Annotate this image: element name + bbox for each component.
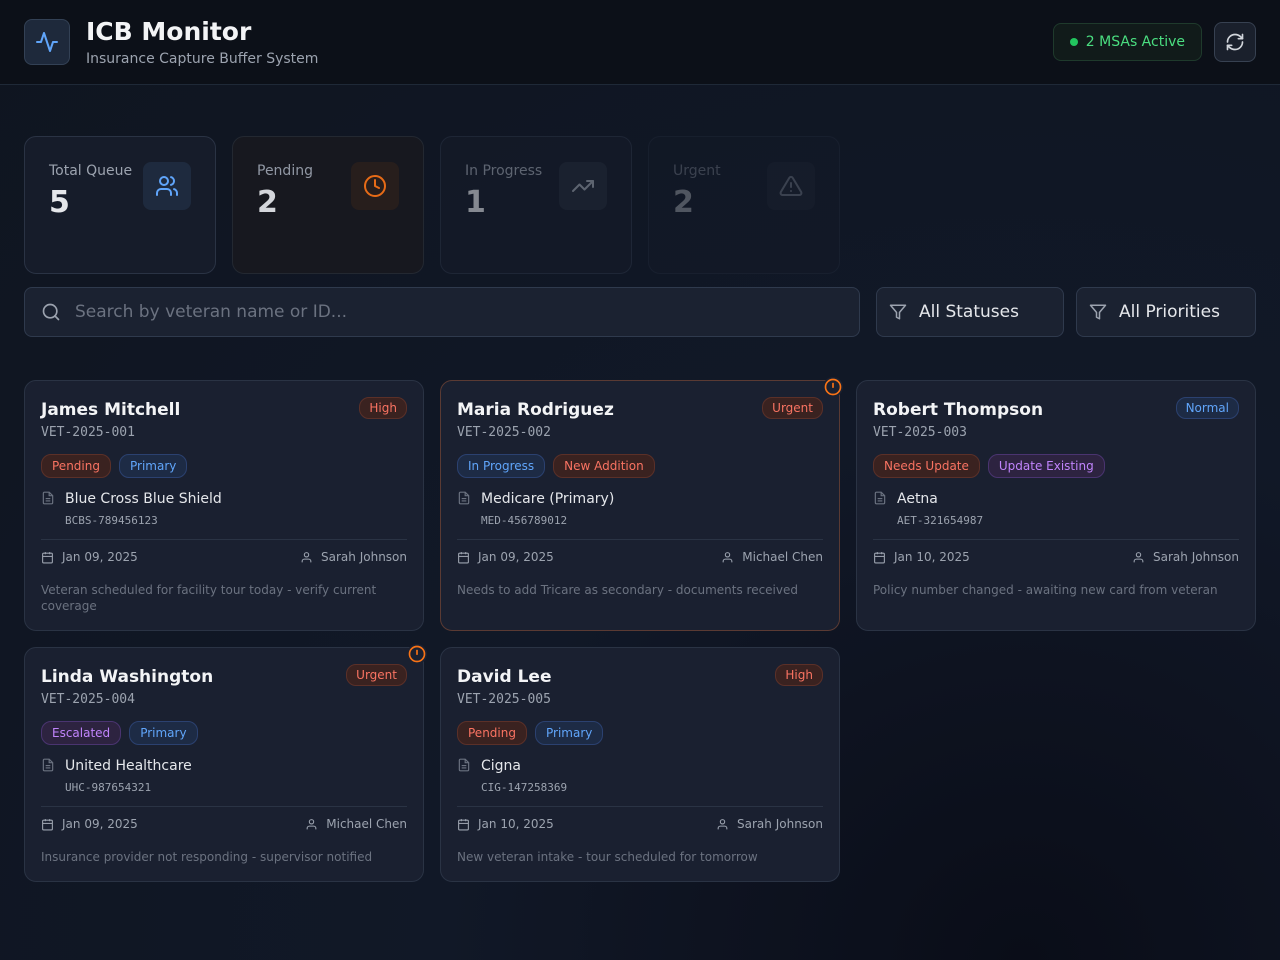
alert-icon [823,377,843,397]
veteran-card[interactable]: David Lee VET-2025-005 High Pending Prim… [440,647,840,882]
search-input[interactable]: Search by veteran name or ID... [24,287,860,337]
activity-icon [24,19,70,65]
card-note: Veteran scheduled for facility tour toda… [41,583,377,613]
calendar-icon [42,551,53,563]
insurer-name: Blue Cross Blue Shield [65,491,222,507]
priority-badge: High [775,664,823,686]
insurer-name: Aetna [897,491,938,507]
assigned-agent: Sarah Johnson [1153,550,1239,564]
card-date: Jan 09, 2025 [478,550,554,564]
priority-badge: High [359,397,407,419]
card-date: Jan 10, 2025 [478,817,554,831]
user-icon [717,818,728,829]
veteran-name: David Lee [457,667,552,687]
assigned-agent: Sarah Johnson [321,550,407,564]
assigned-agent: Michael Chen [742,550,823,564]
policy-number: CIG-147258369 [481,781,568,794]
veteran-card[interactable]: Linda Washington VET-2025-004 Urgent Esc… [24,644,427,882]
stat-total-queue: Total Queue 5 [24,136,216,274]
card-date: Jan 09, 2025 [62,550,138,564]
app-title: ICB Monitor [86,17,252,46]
calendar-icon [458,818,469,830]
policy-number: UHC-987654321 [65,781,152,794]
veteran-name: James Mitchell [41,400,181,420]
trending-up-icon [559,162,607,210]
veteran-card[interactable]: James Mitchell VET-2025-001 High Pending… [24,380,424,631]
user-icon [306,818,317,829]
app-header: ICB Monitor Insurance Capture Buffer Sys… [0,0,1280,85]
policy-number: MED-456789012 [481,514,568,527]
policy-number: BCBS-789456123 [65,514,158,527]
type-tag: Primary [129,721,198,745]
user-icon [301,551,312,562]
msa-status-text: 2 MSAs Active [1085,34,1185,50]
veteran-card[interactable]: Maria Rodriguez VET-2025-002 Urgent In P… [440,377,843,631]
status-dot-icon [1069,38,1078,46]
calendar-icon [42,818,53,830]
card-date: Jan 09, 2025 [62,817,138,831]
policy-number: AET-321654987 [897,514,984,527]
search-icon [42,303,60,321]
veteran-name: Robert Thompson [873,400,1044,420]
priority-badge: Urgent [762,397,823,419]
search-placeholder: Search by veteran name or ID... [75,302,348,322]
user-icon [722,551,733,562]
card-note: Insurance provider not responding - supe… [41,850,373,864]
veteran-card[interactable]: Robert Thompson VET-2025-003 Normal Need… [856,380,1256,631]
veteran-id: VET-2025-003 [873,425,967,440]
filter-icon [1089,304,1107,320]
insurer-name: Cigna [481,758,522,774]
msa-status-badge: 2 MSAs Active [1052,23,1202,61]
status-tag: Needs Update [873,454,980,478]
refresh-icon [1226,33,1244,51]
priority-filter-value: All Priorities [1119,302,1220,322]
document-icon [458,758,470,772]
status-filter-value: All Statuses [919,302,1019,322]
status-tag: Pending [41,454,111,478]
type-tag: Update Existing [987,454,1105,478]
status-tag: In Progress [457,454,546,478]
refresh-button[interactable] [1214,22,1256,62]
calendar-icon [874,551,885,563]
veteran-id: VET-2025-002 [457,425,551,440]
card-note: Policy number changed - awaiting new car… [873,583,1218,597]
veteran-id: VET-2025-001 [41,425,135,440]
alert-triangle-icon [767,162,815,210]
alert-icon [407,644,427,664]
assigned-agent: Sarah Johnson [737,817,823,831]
card-date: Jan 10, 2025 [894,550,970,564]
veteran-name: Linda Washington [41,667,214,687]
document-icon [874,491,886,505]
app-subtitle: Insurance Capture Buffer System [86,51,319,67]
users-icon [143,162,191,210]
priority-badge: Urgent [346,664,407,686]
type-tag: Primary [534,721,604,745]
calendar-icon [458,551,469,563]
filter-icon [889,304,907,320]
assigned-agent: Michael Chen [326,817,407,831]
veteran-id: VET-2025-004 [41,692,135,707]
type-tag: New Addition [553,454,655,478]
document-icon [42,758,54,772]
status-tag: Escalated [41,721,122,745]
document-icon [458,491,470,505]
card-note: Needs to add Tricare as secondary - docu… [457,583,798,597]
status-filter-select[interactable]: All Statuses [876,287,1064,337]
insurer-name: United Healthcare [65,758,192,774]
stat-in-progress: In Progress 1 [440,136,632,274]
card-note: New veteran intake - tour scheduled for … [457,850,758,864]
stat-urgent: Urgent 2 [648,136,840,274]
priority-filter-select[interactable]: All Priorities [1076,287,1256,337]
user-icon [1133,551,1144,562]
clock-icon [351,162,399,210]
status-tag: Pending [457,721,527,745]
veteran-name: Maria Rodriguez [457,400,614,420]
type-tag: Primary [118,454,188,478]
document-icon [42,491,54,505]
veteran-id: VET-2025-005 [457,692,551,707]
insurer-name: Medicare (Primary) [481,491,615,507]
stat-pending: Pending 2 [232,136,424,274]
priority-badge: Normal [1175,397,1239,419]
